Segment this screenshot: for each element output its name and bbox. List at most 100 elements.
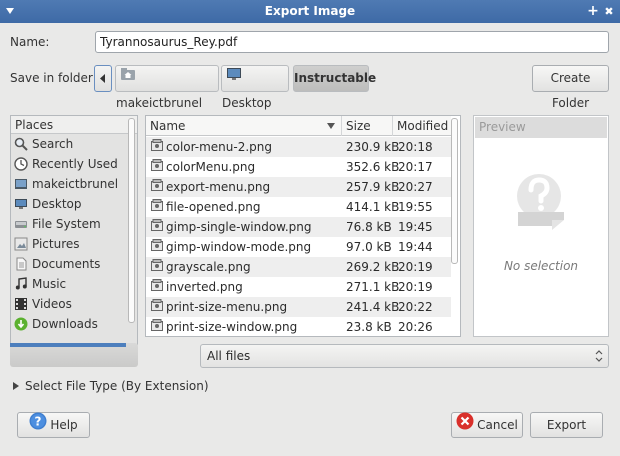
file-modified: 20:27 xyxy=(398,180,433,194)
help-label: Help xyxy=(50,418,78,432)
image-file-icon xyxy=(151,237,163,251)
file-row[interactable]: file-opened.png 414.1 kB 19:55 xyxy=(146,197,451,217)
image-file-icon xyxy=(151,177,163,191)
places-selection-highlight xyxy=(10,343,126,347)
file-name: print-size-window.png xyxy=(166,320,298,334)
preview-pane: Preview No selection xyxy=(473,115,609,337)
sidebar-item-recently-used[interactable]: Recently Used xyxy=(11,154,137,174)
file-list-scrollbar[interactable] xyxy=(451,118,458,264)
no-selection-text: No selection xyxy=(503,259,579,273)
file-row[interactable]: color-menu-2.png 230.9 kB 20:18 xyxy=(146,137,451,157)
column-header-size[interactable]: Size xyxy=(342,116,393,136)
sort-descending-icon xyxy=(327,123,335,129)
places-add-remove-bar[interactable] xyxy=(10,343,138,367)
sidebar-item-file-system[interactable]: File System xyxy=(11,214,137,234)
image-file-icon xyxy=(151,217,163,231)
file-name: gimp-window-mode.png xyxy=(166,240,312,254)
path-back-button[interactable] xyxy=(94,65,112,92)
sidebar-item-desktop[interactable]: Desktop xyxy=(11,194,137,214)
image-file-icon xyxy=(151,137,163,151)
file-size: 414.1 kB xyxy=(346,200,400,214)
file-modified: 20:17 xyxy=(398,160,433,174)
downloads-icon xyxy=(14,317,28,331)
select-file-type-expander[interactable]: Select File Type (By Extension) xyxy=(13,379,209,393)
sidebar-item-downloads[interactable]: Downloads xyxy=(11,314,137,334)
breadcrumb-makeictbrunel[interactable]: makeictbrunel xyxy=(115,65,219,110)
sidebar-item-label: makeictbrunel xyxy=(32,177,119,191)
export-image-dialog: Export Image + ✖ Name: Save in folder: m… xyxy=(0,0,620,456)
image-file-icon xyxy=(151,297,163,311)
file-row[interactable]: gimp-single-window.png 76.8 kB 19:45 xyxy=(146,217,451,237)
file-size: 271.1 kB xyxy=(346,280,400,294)
file-size: 352.6 kB xyxy=(346,160,400,174)
file-size: 23.8 kB xyxy=(346,320,392,334)
preview-header: Preview xyxy=(475,117,607,138)
sidebar-item-makeictbrunel[interactable]: makeictbrunel xyxy=(11,174,137,194)
file-row[interactable]: export-menu.png 257.9 kB 20:27 xyxy=(146,177,451,197)
places-list: Search Recently Used makeictbrunel Desktop F… xyxy=(11,134,137,334)
window-menu-icon[interactable] xyxy=(4,5,16,17)
help-button[interactable]: ? Help xyxy=(17,412,90,438)
file-modified: 20:19 xyxy=(398,280,433,294)
sidebar-item-music[interactable]: Music xyxy=(11,274,137,294)
window-title: Export Image xyxy=(264,4,356,18)
videos-icon xyxy=(14,297,28,311)
export-button[interactable]: Export xyxy=(530,412,603,438)
create-folder-button[interactable]: Create Folder xyxy=(532,65,609,110)
file-filter-value: All files xyxy=(207,349,251,363)
sidebar-item-documents[interactable]: Documents xyxy=(11,254,137,274)
sidebar-item-search[interactable]: Search xyxy=(11,134,137,154)
breadcrumb-label: Instructable xyxy=(294,71,377,85)
file-row[interactable]: print-size-menu.png 241.4 kB 20:22 xyxy=(146,297,451,317)
title-bar[interactable]: Export Image xyxy=(0,0,620,23)
file-row[interactable]: colorMenu.png 352.6 kB 20:17 xyxy=(146,157,451,177)
image-file-icon xyxy=(151,257,163,271)
file-row[interactable]: print-size-window.png 23.8 kB 20:26 xyxy=(146,317,451,337)
sidebar-item-pictures[interactable]: Pictures xyxy=(11,234,137,254)
close-window-button[interactable]: ✖ xyxy=(602,0,616,23)
file-row[interactable]: gimp-window-mode.png 97.0 kB 19:44 xyxy=(146,237,451,257)
places-sidebar: Places Search Recently Used makeictbrunel D… xyxy=(10,115,138,345)
no-preview-question-icon xyxy=(512,170,570,233)
image-file-icon xyxy=(151,197,163,211)
home-folder-icon xyxy=(120,65,136,90)
file-modified: 20:19 xyxy=(398,260,433,274)
help-icon: ? xyxy=(29,412,47,438)
sidebar-item-label: Recently Used xyxy=(32,157,118,171)
file-modified: 20:18 xyxy=(398,140,433,154)
file-name: color-menu-2.png xyxy=(166,140,273,154)
save-in-folder-label: Save in folder: xyxy=(10,71,97,85)
sidebar-item-label: Videos xyxy=(32,297,72,311)
file-row[interactable]: inverted.png 271.1 kB 20:19 xyxy=(146,277,451,297)
sidebar-item-label: Documents xyxy=(32,257,101,271)
sidebar-item-label: Desktop xyxy=(32,197,82,211)
filename-input[interactable] xyxy=(95,31,609,53)
file-name: print-size-menu.png xyxy=(166,300,288,314)
breadcrumb-instructable[interactable]: Instructable xyxy=(293,65,376,92)
cancel-button[interactable]: Cancel xyxy=(451,412,523,438)
file-list: Name Size Modified color-menu-2.png 230.9… xyxy=(145,115,461,337)
breadcrumb-desktop[interactable]: Desktop xyxy=(221,65,289,110)
file-filter-dropdown[interactable]: All files xyxy=(200,344,609,368)
file-row[interactable]: grayscale.png 269.2 kB 20:19 xyxy=(146,257,451,277)
updown-chevron-icon xyxy=(595,350,603,362)
clock-icon xyxy=(14,156,28,171)
pin-button[interactable]: + xyxy=(586,0,600,23)
file-modified: 19:45 xyxy=(398,220,433,234)
file-modified: 20:22 xyxy=(398,300,433,314)
column-header-modified[interactable]: Modified xyxy=(393,116,451,136)
file-modified: 19:44 xyxy=(398,240,433,254)
file-name: colorMenu.png xyxy=(166,160,256,174)
file-name: export-menu.png xyxy=(166,180,271,194)
home-icon xyxy=(14,177,28,191)
file-modified: 20:26 xyxy=(398,320,433,334)
breadcrumb-label: makeictbrunel xyxy=(116,96,203,110)
sidebar-item-label: Downloads xyxy=(32,317,98,331)
file-size: 257.9 kB xyxy=(346,180,400,194)
sidebar-item-videos[interactable]: Videos xyxy=(11,294,137,314)
name-label: Name: xyxy=(10,35,50,49)
sidebar-item-label: File System xyxy=(32,217,101,231)
places-scrollbar[interactable] xyxy=(128,118,135,323)
file-size: 241.4 kB xyxy=(346,300,400,314)
column-header-name[interactable]: Name xyxy=(146,116,342,136)
